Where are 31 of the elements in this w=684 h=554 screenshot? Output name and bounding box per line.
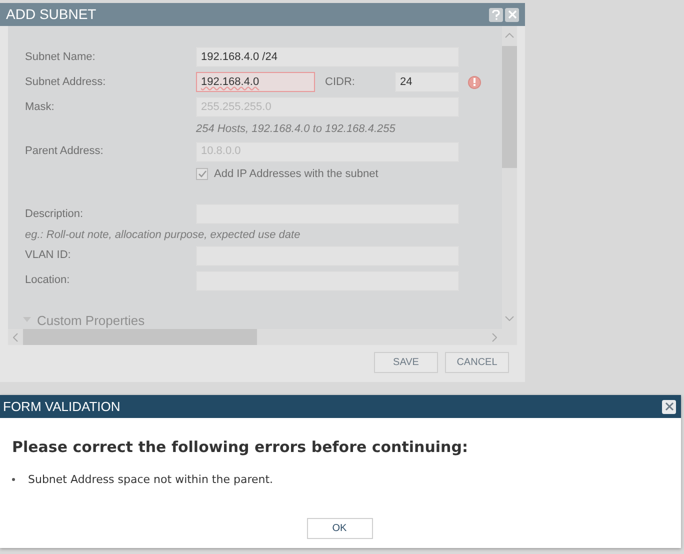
window-title: ADD SUBNET bbox=[6, 5, 96, 24]
field-label: Parent Address: bbox=[25, 144, 104, 160]
cidr-label: CIDR: bbox=[325, 74, 356, 90]
field-label: Subnet Name: bbox=[25, 50, 96, 65]
cancel-button[interactable]: CANCEL bbox=[445, 352, 509, 373]
error-message: Subnet Address space not within the parent. bbox=[28, 472, 274, 488]
checkbox-label: Add IP Addresses with the subnet bbox=[214, 166, 378, 182]
error-heading: Please correct the following errors before continuing: bbox=[12, 437, 469, 458]
input-field[interactable]: 192.168.4.0 bbox=[196, 72, 315, 92]
close-icon[interactable] bbox=[662, 400, 676, 414]
section-title[interactable]: Custom Properties bbox=[37, 312, 145, 328]
save-button[interactable]: SAVE bbox=[374, 352, 438, 373]
ok-button[interactable]: OK bbox=[306, 518, 372, 539]
bullet-icon bbox=[12, 478, 15, 482]
field-label: Mask: bbox=[25, 100, 56, 115]
close-icon[interactable] bbox=[505, 8, 519, 22]
vertical-scrollbar[interactable] bbox=[502, 26, 517, 329]
scrollbar-thumb[interactable] bbox=[502, 46, 517, 168]
dialog-title: FORM VALIDATION bbox=[3, 398, 120, 416]
hosts-hint: 254 Hosts, 192.168.4.0 to 192.168.4.255 bbox=[196, 122, 396, 137]
horizontal-scrollbar[interactable] bbox=[8, 329, 517, 345]
field-label: VLAN ID: bbox=[25, 248, 72, 264]
scrollbar-thumb[interactable] bbox=[23, 329, 257, 345]
input-field[interactable]: 192.168.4.0 /24 bbox=[196, 47, 459, 67]
input-field[interactable]: 24 bbox=[395, 72, 459, 92]
checkbox[interactable] bbox=[196, 168, 208, 180]
description-hint: eg.: Roll-out note, allocation purpose, expected use date bbox=[25, 228, 302, 243]
field-label: Description: bbox=[25, 206, 84, 222]
field-label: Subnet Address: bbox=[25, 74, 107, 90]
field-label: Location: bbox=[25, 273, 71, 288]
help-icon[interactable] bbox=[489, 8, 503, 22]
